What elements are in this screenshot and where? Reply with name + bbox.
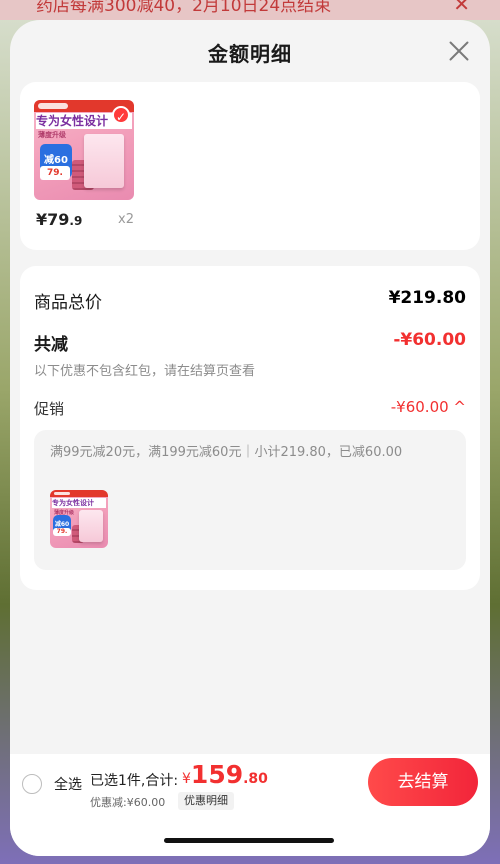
product-box: [84, 134, 124, 188]
goods-total-value: ¥219.80: [388, 288, 466, 308]
total-integer: 159: [190, 760, 244, 789]
thumb-subline: 薄度升级: [38, 131, 66, 139]
promo-label: 促销: [34, 400, 65, 418]
product-price: ¥79.9: [36, 210, 82, 229]
discount-summary: 优惠减:¥60.00: [90, 796, 166, 809]
promo-value-toggle[interactable]: -¥60.00 ^: [391, 398, 466, 416]
promo-product-thumbnail[interactable]: 专为女性设计 薄度升级 减60 79.: [50, 490, 108, 548]
selected-count-text: 已选1件,合计:: [90, 773, 179, 789]
price-detail-card: 商品总价 ¥219.80 共减 -¥60.00 以下优惠不包含红包，请在结算页查…: [20, 266, 480, 590]
price-main: ¥79: [36, 210, 70, 229]
product-quantity: x2: [118, 212, 134, 227]
checkout-bar: 全选 已选1件,合计: ¥159.80 优惠减:¥60.00 优惠明细 去结算: [10, 754, 490, 856]
amount-detail-sheet: 金额明细 专为女性设计 薄度升级 减60 79. ✓ ¥79.9 x2 商品总价…: [10, 20, 490, 856]
thumb-price: 79.: [40, 166, 70, 180]
thumb-price: 79.: [53, 528, 71, 536]
discount-hint: 以下优惠不包含红包，请在结算页查看: [34, 364, 256, 379]
product-card: 专为女性设计 薄度升级 减60 79. ✓ ¥79.9 x2: [20, 82, 480, 250]
total-amount: ¥159.80: [182, 760, 268, 789]
product-box: [79, 510, 103, 542]
close-icon[interactable]: [446, 38, 472, 64]
promo-detail-box: 满99元减20元，满199元减60元｜小计219.80，已减60.00 专为女性…: [34, 430, 466, 570]
promo-description: 满99元减20元，满199元减60元｜小计219.80，已减60.00: [50, 445, 403, 460]
total-reduce-value: -¥60.00: [393, 330, 466, 350]
thumb-headline: 专为女性设计: [52, 498, 106, 508]
discount-detail-link[interactable]: 优惠明细: [178, 792, 234, 810]
sheet-title: 金额明细: [208, 42, 292, 66]
banner-close-icon[interactable]: ✕: [453, 0, 470, 16]
select-all-radio[interactable]: [22, 774, 42, 794]
total-reduce-label: 共减: [34, 335, 68, 355]
store-tag: [50, 490, 108, 497]
total-currency: ¥: [182, 771, 191, 787]
promo-banner: 药店每满300减40，2月10日24点结束 ✕: [0, 0, 500, 20]
total-decimal: .80: [243, 771, 268, 787]
home-indicator: [164, 838, 334, 843]
price-decimal: .9: [69, 214, 83, 228]
check-icon: ✓: [112, 106, 130, 124]
product-thumbnail[interactable]: 专为女性设计 薄度升级 减60 79. ✓: [34, 100, 134, 200]
checkout-button[interactable]: 去结算: [368, 758, 478, 806]
goods-total-label: 商品总价: [34, 293, 102, 313]
promo-banner-text: 药店每满300减40，2月10日24点结束: [36, 0, 332, 16]
select-all-label[interactable]: 全选: [54, 774, 82, 794]
